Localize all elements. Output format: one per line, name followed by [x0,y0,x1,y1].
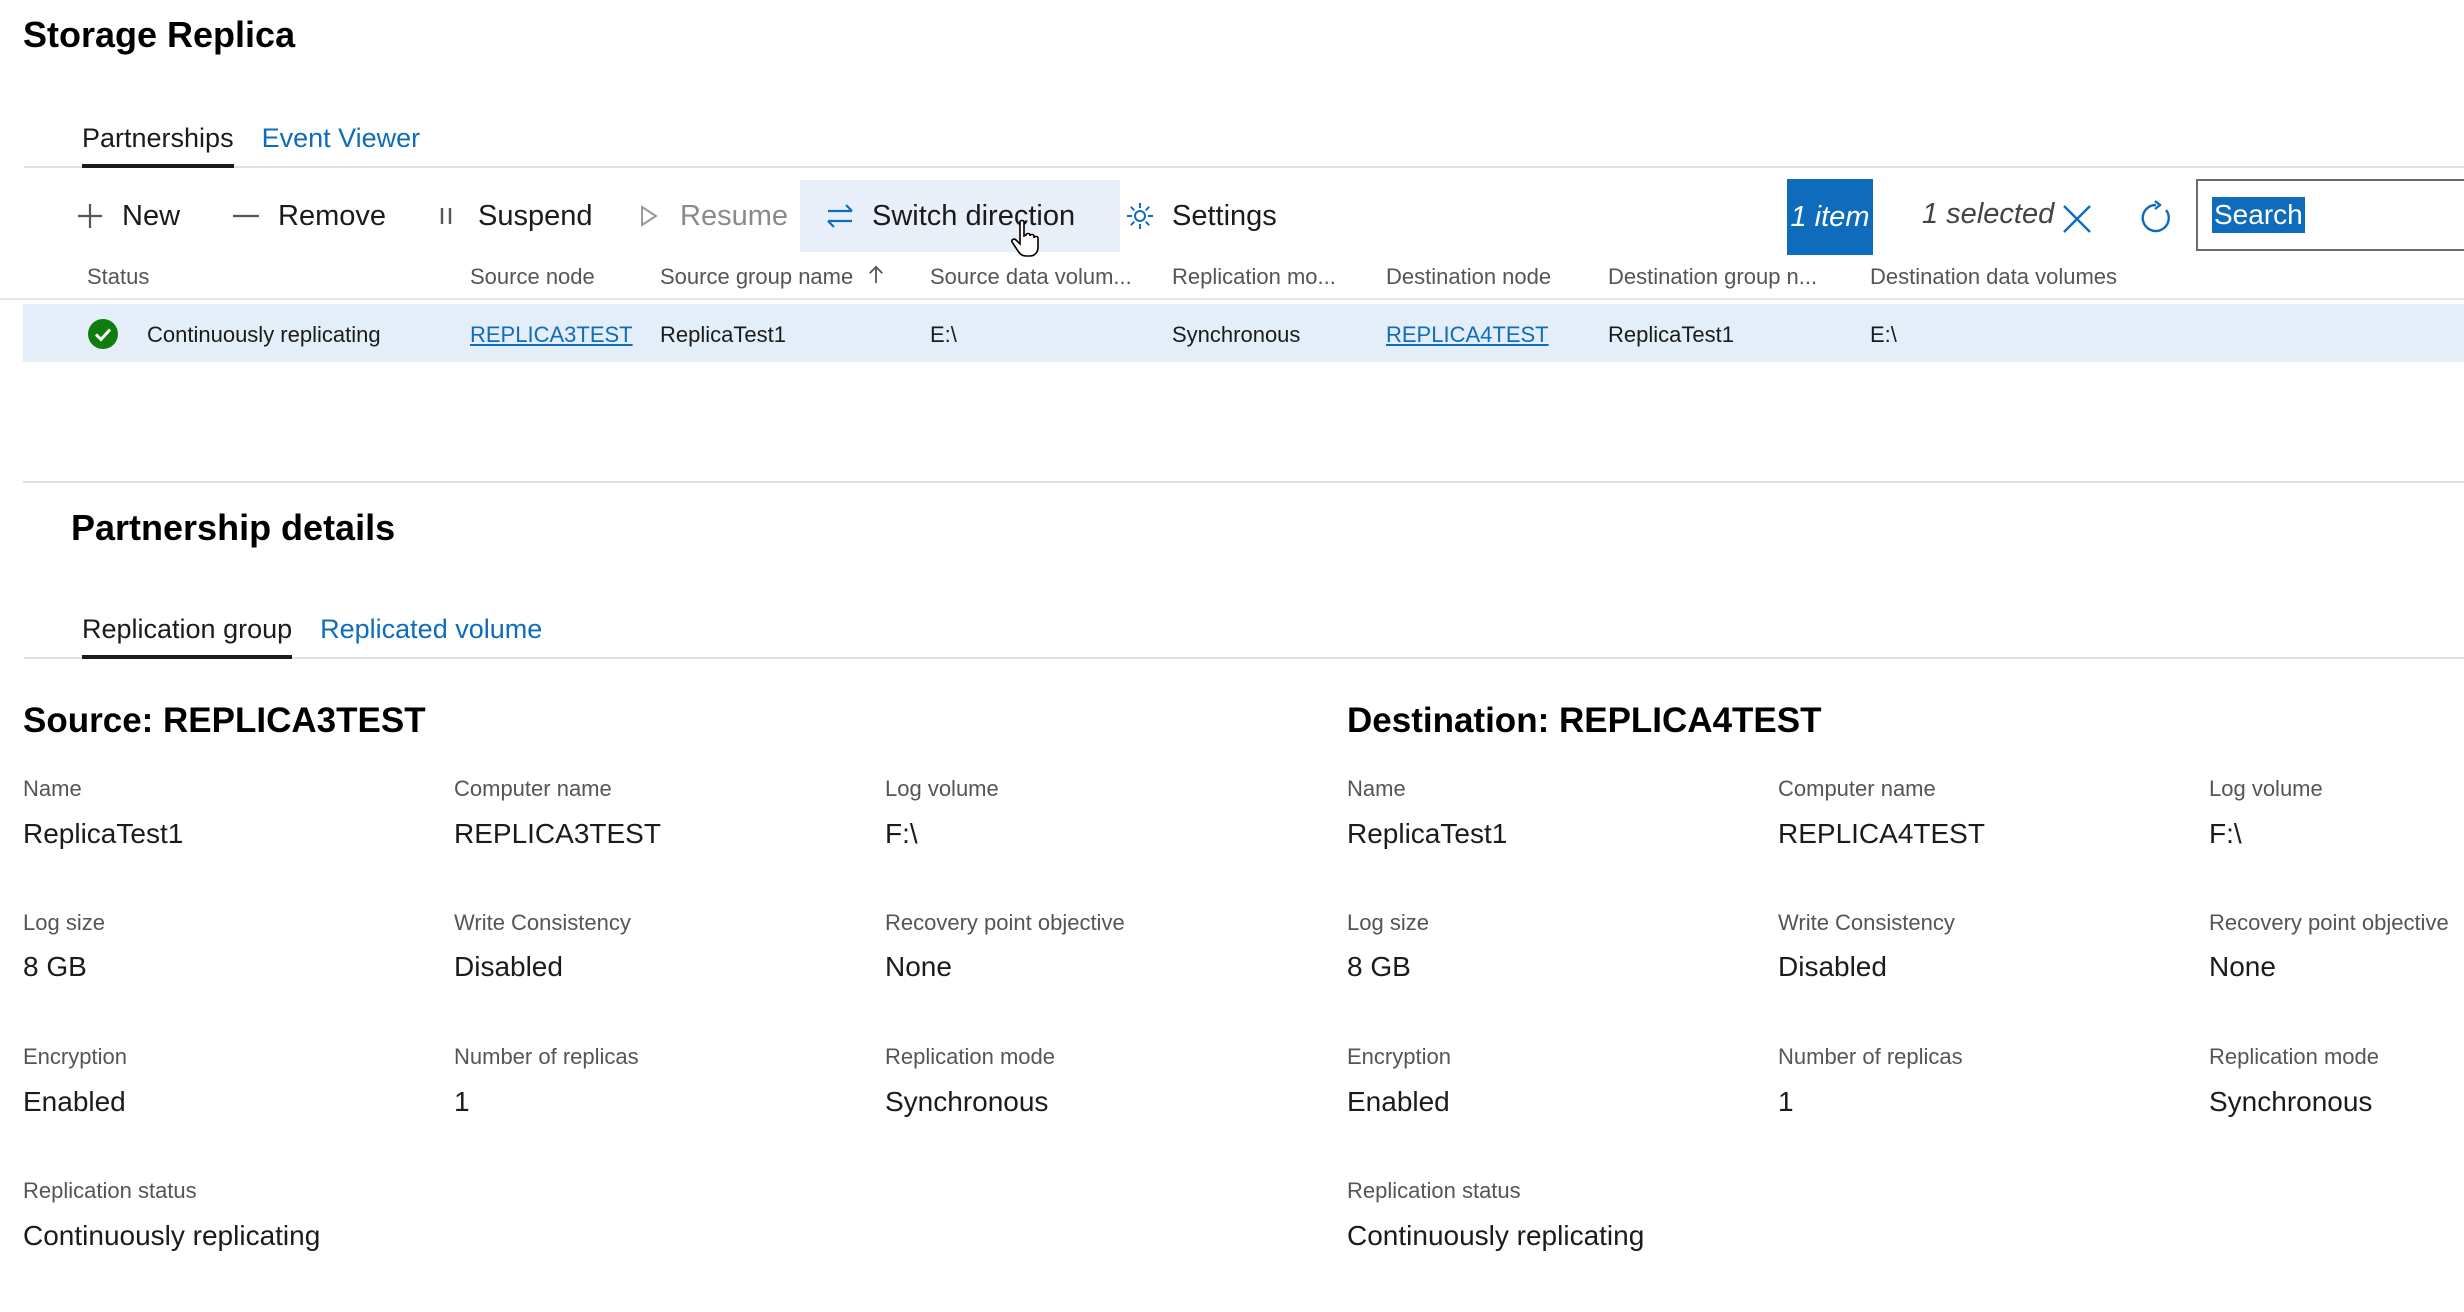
source-replication-mode-value: Synchronous [885,1086,1049,1117]
pause-icon [428,198,464,234]
new-button[interactable]: New [72,180,180,252]
row-source-node-link[interactable]: REPLICA3TEST [470,322,633,348]
gear-icon [1122,198,1158,234]
section-divider [23,481,2464,483]
new-button-label: New [122,199,181,232]
play-icon [630,198,666,234]
source-log-size-value: 8 GB [23,951,87,982]
column-header-destination-node[interactable]: Destination node [1386,264,1551,290]
partnership-tabs: Partnerships Event Viewer [24,112,2464,168]
destination-log-size-label: Log size [1347,910,1429,935]
destination-computer-name-label: Computer name [1778,776,1936,801]
plus-icon [72,198,108,234]
tab-event-viewer[interactable]: Event Viewer [262,123,449,166]
destination-log-volume-label: Log volume [2209,776,2323,801]
column-header-destination-volume[interactable]: Destination data volumes [1870,264,2117,290]
minus-icon [228,198,264,234]
resume-button[interactable]: Resume [630,180,788,252]
source-encryption-value: Enabled [23,1086,126,1117]
source-encryption-label: Encryption [23,1044,127,1069]
sort-ascending-icon [867,265,885,291]
destination-replicas-value: 1 [1778,1086,1794,1117]
destination-replication-status-value: Continuously replicating [1347,1220,1645,1251]
column-header-destination-group[interactable]: Destination group n... [1608,264,1817,290]
source-log-size-label: Log size [23,910,105,935]
tab-partnerships[interactable]: Partnerships [24,123,262,168]
clear-selection-icon[interactable] [2060,202,2094,236]
search-input[interactable]: Search [2196,179,2464,251]
source-write-consistency-label: Write Consistency [454,910,631,935]
column-header-status[interactable]: Status [87,264,149,290]
row-source-volume: E:\ [930,322,957,347]
switch-direction-label: Switch direction [872,199,1076,232]
destination-log-volume-value: F:\ [2209,818,2242,849]
column-header-source-group-label: Source group name [660,264,854,289]
row-destination-node-link[interactable]: REPLICA4TEST [1386,322,1549,348]
refresh-icon[interactable] [2138,200,2174,236]
row-status: Continuously replicating [147,322,381,347]
source-computer-name-label: Computer name [454,776,612,801]
swap-arrows-icon [822,198,858,234]
source-replicas-label: Number of replicas [454,1044,639,1069]
destination-rpo-value: None [2209,951,2276,982]
row-destination-group: ReplicaTest1 [1608,322,1734,347]
row-destination-volume: E:\ [1870,322,1897,347]
switch-direction-button[interactable]: Switch direction [800,180,1120,252]
source-name-label: Name [23,776,82,801]
destination-replication-mode-label: Replication mode [2209,1044,2379,1069]
destination-encryption-label: Encryption [1347,1044,1451,1069]
destination-replication-mode-value: Synchronous [2209,1086,2373,1117]
column-header-source-node[interactable]: Source node [470,264,595,290]
source-replication-status-label: Replication status [23,1178,197,1203]
remove-button-label: Remove [278,199,386,232]
source-name-value: ReplicaTest1 [23,818,184,849]
suspend-button-label: Suspend [478,199,593,232]
column-header-source-volume[interactable]: Source data volum... [930,264,1132,290]
grid-header: Status Source node Source group name Sou… [0,258,2464,300]
suspend-button[interactable]: Suspend [428,180,593,252]
source-replicas-value: 1 [454,1086,470,1117]
source-log-volume-label: Log volume [885,776,999,801]
source-replication-mode-label: Replication mode [885,1044,1055,1069]
details-tabs: Replication group Replicated volume [24,603,2464,659]
destination-name-value: ReplicaTest1 [1347,818,1508,849]
destination-write-consistency-label: Write Consistency [1778,910,1955,935]
destination-write-consistency-value: Disabled [1778,951,1887,982]
source-replication-status-value: Continuously replicating [23,1220,321,1251]
check-circle-icon [87,318,119,350]
column-header-replication-mode[interactable]: Replication mo... [1172,264,1336,290]
settings-button-label: Settings [1172,199,1277,232]
source-computer-name-value: REPLICA3TEST [454,818,661,849]
destination-computer-name-value: REPLICA4TEST [1778,818,1985,849]
destination-log-size-value: 8 GB [1347,951,1411,982]
source-log-volume-value: F:\ [885,818,918,849]
search-input-text: Search [2212,197,2305,233]
row-replication-mode: Synchronous [1172,322,1301,347]
source-rpo-label: Recovery point objective [885,910,1125,935]
selected-count: 1 selected [1922,198,2055,230]
destination-panel-title: Destination: REPLICA4TEST [1347,701,1822,740]
tab-replication-group[interactable]: Replication group [24,614,320,659]
destination-replication-status-label: Replication status [1347,1178,1521,1203]
tab-replicated-volume[interactable]: Replicated volume [320,614,570,657]
toolbar: New Remove Suspend Resume Switch directi… [24,176,2464,256]
table-row[interactable]: Continuously replicating REPLICA3TEST Re… [23,304,2464,362]
destination-name-label: Name [1347,776,1406,801]
item-count-badge: 1 item [1787,179,1873,255]
source-write-consistency-value: Disabled [454,951,563,982]
destination-rpo-label: Recovery point objective [2209,910,2449,935]
destination-encryption-value: Enabled [1347,1086,1450,1117]
resume-button-label: Resume [680,199,788,232]
remove-button[interactable]: Remove [228,180,386,252]
page-title: Storage Replica [23,14,296,55]
partnership-details-title: Partnership details [71,507,396,548]
destination-replicas-label: Number of replicas [1778,1044,1963,1069]
column-header-source-group[interactable]: Source group name [660,264,885,291]
row-source-group: ReplicaTest1 [660,322,786,347]
source-rpo-value: None [885,951,952,982]
source-panel-title: Source: REPLICA3TEST [23,701,426,740]
settings-button[interactable]: Settings [1122,180,1277,252]
